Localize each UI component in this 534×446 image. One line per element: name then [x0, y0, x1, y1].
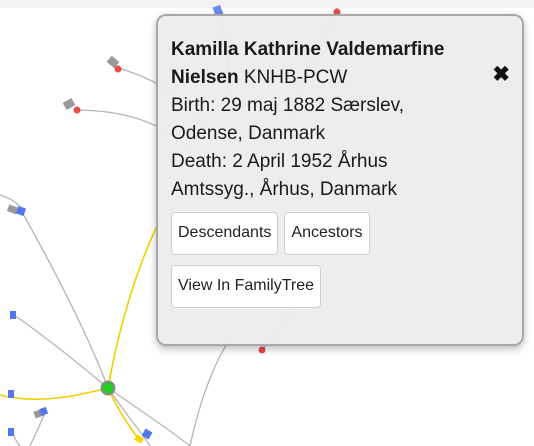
tree-edge — [29, 414, 45, 446]
ancestors-button[interactable]: Ancestors — [284, 212, 370, 255]
death-line-1: Death: 2 April 1952 Århus — [171, 151, 388, 172]
birth-line-2: Odense, Danmark — [171, 123, 326, 144]
male-node-marker — [141, 428, 153, 440]
person-given-names: Kamilla Kathrine Valdemarfine — [171, 39, 445, 60]
person-info-popup: ✖ Kamilla Kathrine Valdemarfine Nielsen … — [156, 14, 524, 346]
relation-buttons: Descendants Ancestors — [171, 212, 510, 255]
female-node — [258, 346, 266, 354]
node-marker — [62, 98, 76, 110]
familytree-button-row: View In FamilyTree — [171, 265, 510, 308]
male-node-marker — [15, 205, 27, 217]
person-title: Kamilla Kathrine Valdemarfine Nielsen KN… — [171, 36, 510, 92]
tree-edge — [107, 387, 151, 446]
close-icon[interactable]: ✖ — [492, 64, 510, 85]
highlight-edge — [107, 219, 161, 389]
birth-line-1: Birth: 29 maj 1882 Særslev, — [171, 95, 405, 116]
male-node-marker — [8, 390, 14, 398]
person-surname: Nielsen — [171, 67, 239, 88]
descendants-button[interactable]: Descendants — [171, 212, 279, 255]
female-node — [73, 106, 81, 114]
tree-edge — [13, 314, 109, 389]
view-in-familytree-button[interactable]: View In FamilyTree — [171, 265, 322, 308]
death-line-2: Amtssyg., Århus, Danmark — [171, 179, 397, 200]
male-node-marker — [8, 428, 14, 436]
person-id: KNHB-PCW — [243, 67, 348, 88]
focus-node — [100, 380, 116, 396]
male-node-marker — [10, 311, 16, 319]
tree-edge — [189, 339, 231, 446]
highlight-edge — [0, 387, 109, 400]
female-node — [114, 65, 122, 73]
tree-edge — [21, 211, 109, 389]
